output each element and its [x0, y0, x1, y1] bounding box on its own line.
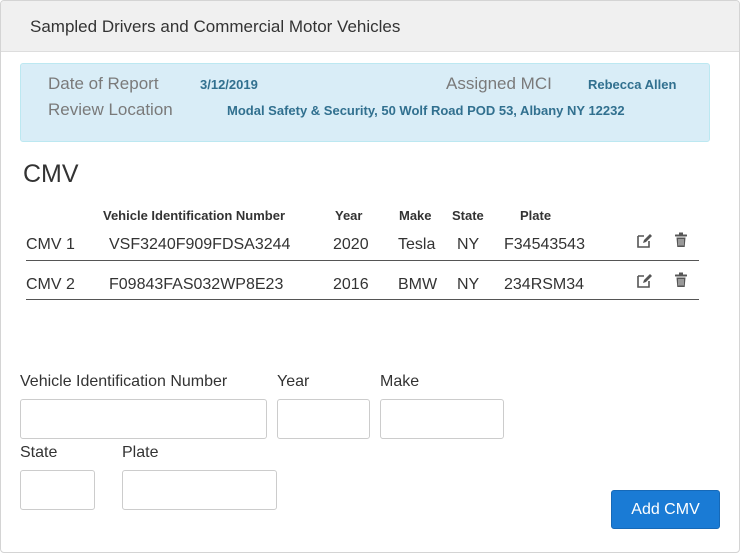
make-input[interactable]: [380, 399, 504, 439]
row-label: CMV 2: [26, 276, 75, 293]
row-make: Tesla: [398, 236, 436, 253]
plate-input[interactable]: [122, 470, 277, 510]
row-make: BMW: [398, 276, 438, 293]
row-year: 2016: [333, 276, 369, 293]
edit-icon[interactable]: [635, 231, 653, 249]
edit-icon[interactable]: [635, 271, 653, 289]
column-header-year: Year: [335, 208, 363, 223]
add-cmv-button[interactable]: Add CMV: [611, 490, 720, 529]
row-plate: 234RSM34: [504, 276, 585, 293]
row-divider: [26, 299, 699, 300]
row-state: NY: [457, 236, 480, 253]
row-year: 2020: [333, 236, 369, 253]
row-label: CMV 1: [26, 236, 75, 253]
column-header-vin: Vehicle Identification Number: [103, 208, 286, 223]
trash-icon[interactable]: [672, 231, 690, 249]
panel-title: Sampled Drivers and Commercial Motor Veh…: [30, 17, 401, 36]
vin-label: Vehicle Identification Number: [20, 373, 228, 390]
year-label: Year: [277, 373, 310, 390]
review-location-label: Review Location: [48, 100, 173, 119]
assigned-mci-value: Rebecca Allen: [588, 77, 677, 92]
date-of-report-label: Date of Report: [48, 74, 159, 93]
column-header-state: State: [452, 208, 484, 223]
row-state: NY: [457, 276, 480, 293]
assigned-mci-label: Assigned MCI: [446, 74, 552, 93]
state-label: State: [20, 444, 58, 461]
cmv-section-title: CMV: [23, 160, 79, 188]
sampled-vehicles-panel: Sampled Drivers and Commercial Motor Veh…: [0, 0, 740, 553]
trash-icon[interactable]: [672, 271, 690, 289]
row-vin: F09843FAS032WP8E23: [109, 276, 284, 293]
column-header-plate: Plate: [520, 208, 552, 223]
year-input[interactable]: [277, 399, 370, 439]
state-input[interactable]: [20, 470, 95, 510]
date-of-report-value: 3/12/2019: [200, 77, 258, 92]
row-plate: F34543543: [504, 236, 585, 253]
make-label: Make: [380, 373, 420, 390]
column-header-make: Make: [399, 208, 432, 223]
report-info-box: Date of Report 3/12/2019 Review Location…: [20, 63, 710, 142]
vin-input[interactable]: [20, 399, 267, 439]
review-location-value: Modal Safety & Security, 50 Wolf Road PO…: [227, 103, 625, 118]
row-vin: VSF3240F909FDSA3244: [109, 236, 291, 253]
plate-label: Plate: [122, 444, 159, 461]
row-divider: [26, 260, 699, 261]
panel-header: Sampled Drivers and Commercial Motor Veh…: [1, 1, 739, 52]
